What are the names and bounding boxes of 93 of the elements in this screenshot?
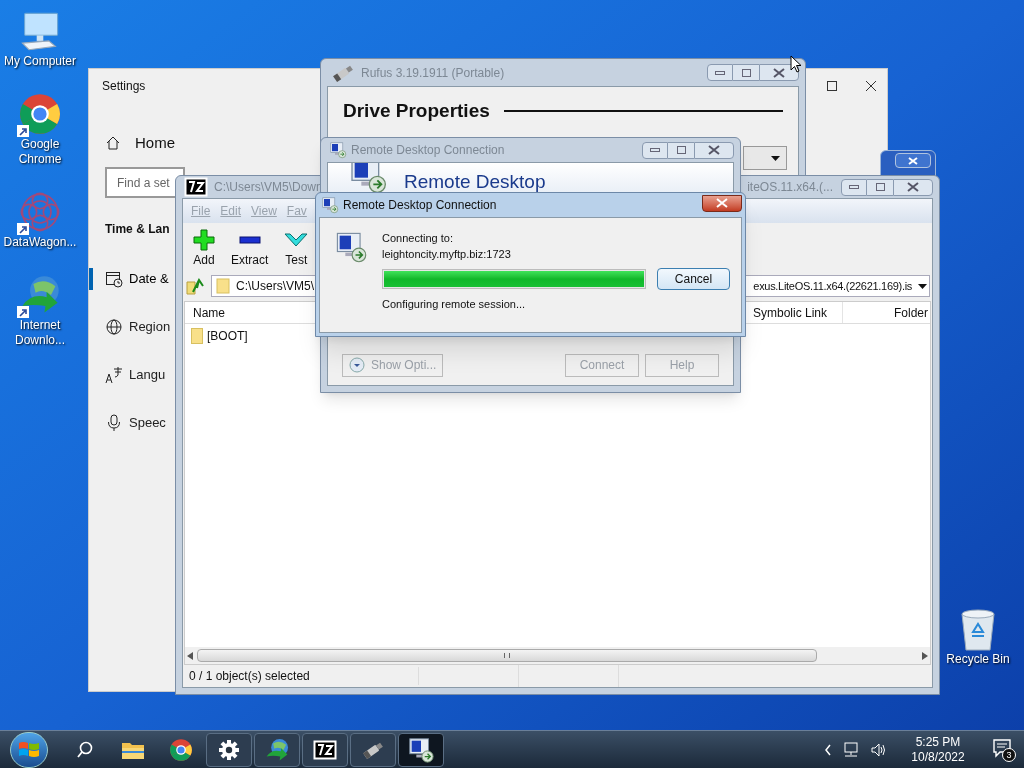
close-button[interactable] [759, 64, 799, 81]
recycle-bin-icon [958, 608, 998, 652]
close-icon [708, 145, 720, 155]
nav-item[interactable]: Date & [129, 269, 169, 289]
status-text: Configuring remote session... [382, 297, 527, 312]
dropdown-arrow-icon [771, 155, 780, 161]
taskbar-button[interactable] [350, 732, 396, 767]
desktop-icon-label[interactable]: My Computer [0, 54, 80, 69]
archive-logo-icon [184, 177, 208, 197]
desktop-icon-label[interactable]: Internet Downlo... [0, 318, 80, 348]
folder-icon [216, 278, 230, 294]
toolbar-button[interactable]: Extract [231, 229, 269, 269]
column-header[interactable]: Folder [843, 302, 930, 323]
minus-icon [238, 235, 261, 245]
nav-item[interactable]: Region [129, 317, 171, 337]
window-title: Settings [102, 78, 146, 95]
selection-indicator [89, 268, 93, 290]
connecting-label: Connecting to: [382, 231, 454, 246]
close-icon [907, 182, 919, 192]
banner-title: Remote Desktop [404, 171, 546, 193]
home-link[interactable]: Home [135, 131, 175, 155]
dropdown-field[interactable] [743, 146, 787, 170]
remote-monitor-icon [321, 196, 339, 214]
chrome-icon [18, 92, 62, 136]
section-heading: Drive Properties [343, 99, 490, 123]
globe-arrow-icon [264, 736, 290, 763]
folder-icon [191, 328, 203, 344]
clock-date[interactable]: 10/8/2022 [911, 749, 965, 765]
desktop-icon-label[interactable]: Recycle Bin [946, 652, 1010, 667]
folder-up-icon[interactable] [185, 276, 207, 296]
desktop-icon-label[interactable]: Google Chrome [0, 137, 80, 167]
close-icon [716, 198, 728, 208]
archive-logo-icon [313, 739, 337, 760]
window-title: Remote Desktop Connection [351, 142, 505, 159]
window-title: C:\Users\VM5\Down [214, 179, 323, 196]
calendar-clock-icon [105, 270, 123, 288]
minimize-button[interactable] [707, 64, 733, 81]
nav-item[interactable]: Speec [129, 413, 166, 433]
horizontal-scrollbar[interactable] [185, 647, 930, 664]
close-button[interactable] [895, 153, 931, 168]
microphone-icon [105, 414, 123, 432]
plus-icon [193, 229, 215, 251]
flower-pattern-icon [18, 190, 62, 234]
minimize-button[interactable] [841, 178, 867, 196]
window-title: Rufus 3.19.1911 (Portable) [361, 64, 505, 82]
dropdown-arrow-icon [918, 283, 927, 289]
shortcut-arrow-icon [17, 223, 29, 235]
close-button[interactable] [893, 178, 933, 196]
windows-logo-icon [18, 739, 40, 760]
chevron-left-icon[interactable] [824, 743, 832, 756]
speaker-icon[interactable] [870, 741, 888, 758]
status-text: 0 / 1 object(s) selected [183, 667, 419, 685]
network-icon[interactable] [842, 741, 860, 758]
close-icon [908, 156, 918, 165]
close-button[interactable] [702, 194, 742, 212]
window-title: iteOS.11.x64.(... [747, 179, 833, 196]
taskbar-button[interactable] [302, 732, 348, 767]
maximize-button[interactable] [827, 81, 837, 91]
settings-icon [218, 738, 240, 761]
mouse-cursor-icon [790, 55, 802, 73]
close-button[interactable] [694, 141, 734, 159]
notification-icon[interactable] [992, 737, 1012, 758]
home-icon [105, 135, 121, 151]
taskbar-button[interactable] [398, 732, 444, 767]
close-icon[interactable] [865, 80, 877, 92]
close-icon [773, 67, 785, 78]
toolbar-button[interactable]: Test [284, 229, 309, 269]
checkmark-icon [284, 232, 309, 248]
clock-time[interactable]: 5:25 PM [915, 734, 961, 750]
search-field[interactable]: Find a set [105, 167, 185, 198]
window-title: Remote Desktop Connection [343, 197, 497, 214]
chrome-icon [169, 737, 193, 762]
globe-icon [105, 318, 123, 336]
search-icon [75, 739, 95, 760]
minimize-button[interactable] [642, 141, 668, 159]
start-button[interactable] [10, 731, 48, 768]
notification-badge: 3 [1002, 747, 1016, 762]
section-heading: Time & Lan [105, 221, 170, 238]
remote-monitor-icon [407, 735, 435, 764]
remote-monitor-icon [334, 230, 368, 264]
shortcut-arrow-icon [17, 306, 29, 318]
shortcut-arrow-icon [17, 125, 29, 137]
language-icon [105, 366, 123, 384]
toolbar-button[interactable]: Add [193, 229, 215, 269]
chevron-down-icon [349, 357, 365, 373]
scroll-left-icon[interactable] [187, 651, 193, 660]
remote-monitor-icon [329, 141, 347, 159]
taskbar-button[interactable] [206, 732, 252, 767]
scroll-right-icon[interactable] [922, 651, 928, 660]
desktop-icon-label[interactable]: DataWagon... [0, 235, 80, 250]
cancel-button[interactable]: Cancel [657, 268, 730, 290]
host-address: leightoncity.myftp.biz:1723 [382, 247, 512, 262]
nav-item[interactable]: Langu [129, 365, 166, 385]
